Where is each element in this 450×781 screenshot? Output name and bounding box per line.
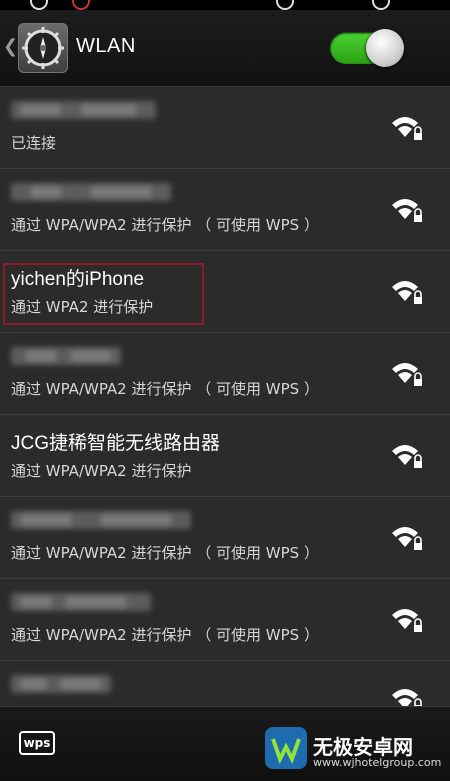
network-status: 通过 WPA/WPA2 进行保护 （ 可使用 WPS ） — [11, 216, 319, 234]
blurred-ssid — [11, 183, 171, 201]
wifi-locked-icon — [392, 117, 422, 140]
app-header: ❮ WLAN — [0, 10, 450, 87]
watermark-logo-icon — [265, 727, 307, 769]
blurred-ssid — [11, 675, 111, 693]
network-item[interactable]: JCG捷稀智能无线路由器 通过 WPA/WPA2 进行保护 — [0, 415, 450, 497]
watermark: 无极安卓网 www.wjhotelgroup.com — [265, 723, 450, 773]
page-title: WLAN — [76, 35, 136, 57]
network-item[interactable]: 已连接 — [0, 87, 450, 169]
selection-highlight — [3, 263, 204, 325]
network-status: 通过 WPA/WPA2 进行保护 （ 可使用 WPS ） — [11, 544, 319, 562]
toggle-knob[interactable] — [366, 29, 404, 67]
alarm-icon — [276, 0, 294, 10]
network-status: 通过 WPA/WPA2 进行保护 — [11, 462, 192, 480]
network-status: 通过 WPA/WPA2 进行保护 （ 可使用 WPS ） — [11, 380, 319, 398]
battery-icon — [372, 0, 390, 10]
status-bar — [0, 0, 450, 10]
wifi-locked-icon — [392, 363, 422, 386]
network-item[interactable]: 通过 WPA/WPA2 进行保护 （ 可使用 WPS ） — [0, 169, 450, 251]
watermark-url: www.wjhotelgroup.com — [313, 756, 442, 769]
wifi-locked-icon — [392, 445, 422, 468]
alert-icon — [72, 0, 90, 10]
blurred-ssid — [11, 511, 191, 529]
network-item[interactable]: 通过 WPA/WPA2 进行保护 （ 可使用 WPS ） — [0, 579, 450, 661]
wps-button[interactable]: wps — [19, 731, 55, 755]
wifi-locked-icon — [392, 609, 422, 632]
network-ssid: JCG捷稀智能无线路由器 — [11, 433, 221, 454]
wifi-locked-icon — [392, 281, 422, 304]
back-chevron-icon[interactable]: ❮ — [3, 36, 18, 57]
network-status: 通过 WPA/WPA2 进行保护 （ 可使用 WPS ） — [11, 626, 319, 644]
notification-icon — [30, 0, 48, 10]
blurred-ssid — [11, 593, 151, 611]
network-status: 已连接 — [11, 134, 57, 152]
network-item[interactable]: 通过 WPA/WPA2 进行保护 （ 可使用 WPS ） — [0, 333, 450, 415]
blurred-ssid — [11, 347, 121, 365]
wifi-locked-icon — [392, 199, 422, 222]
wlan-toggle[interactable] — [330, 29, 404, 67]
network-item[interactable] — [0, 661, 450, 712]
settings-gear-icon[interactable] — [18, 23, 68, 73]
network-item[interactable]: 通过 WPA/WPA2 进行保护 （ 可使用 WPS ） — [0, 497, 450, 579]
wifi-locked-icon — [392, 527, 422, 550]
blurred-ssid — [11, 101, 156, 119]
